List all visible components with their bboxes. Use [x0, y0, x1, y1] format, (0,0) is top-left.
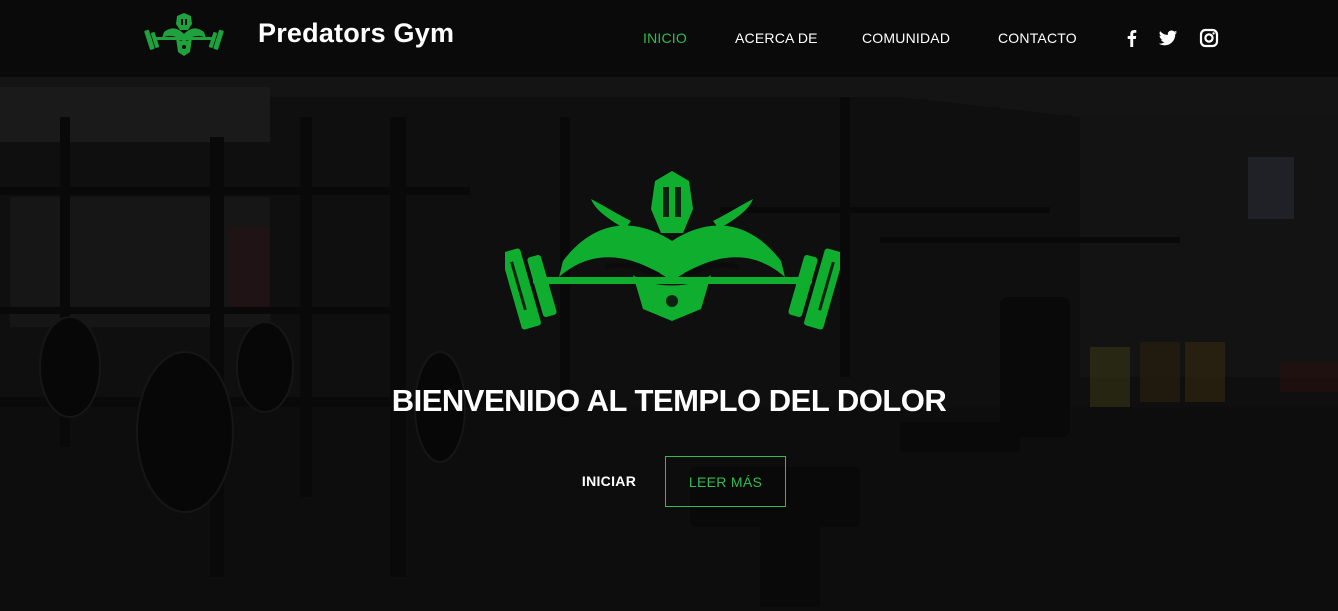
facebook-icon[interactable]	[1122, 28, 1142, 48]
read-more-button[interactable]: LEER MÁS	[665, 456, 786, 507]
instagram-icon[interactable]	[1199, 28, 1219, 48]
gym-background-image	[0, 77, 1338, 611]
nav-contacto[interactable]: CONTACTO	[998, 30, 1077, 46]
nav-inicio[interactable]: INICIO	[643, 30, 687, 46]
nav-comunidad[interactable]: COMUNIDAD	[862, 30, 950, 46]
predator-emblem-icon	[505, 171, 840, 330]
hero-title: BIENVENIDO AL TEMPLO DEL DOLOR	[391, 383, 947, 418]
nav-acerca-de[interactable]: ACERCA DE	[735, 30, 818, 46]
twitter-icon[interactable]	[1158, 28, 1178, 48]
hero-section: BIENVENIDO AL TEMPLO DEL DOLOR INICIAR L…	[0, 77, 1338, 611]
start-button[interactable]: INICIAR	[566, 456, 652, 506]
site-header: Predators Gym INICIO ACERCA DE COMUNIDAD…	[0, 0, 1338, 77]
